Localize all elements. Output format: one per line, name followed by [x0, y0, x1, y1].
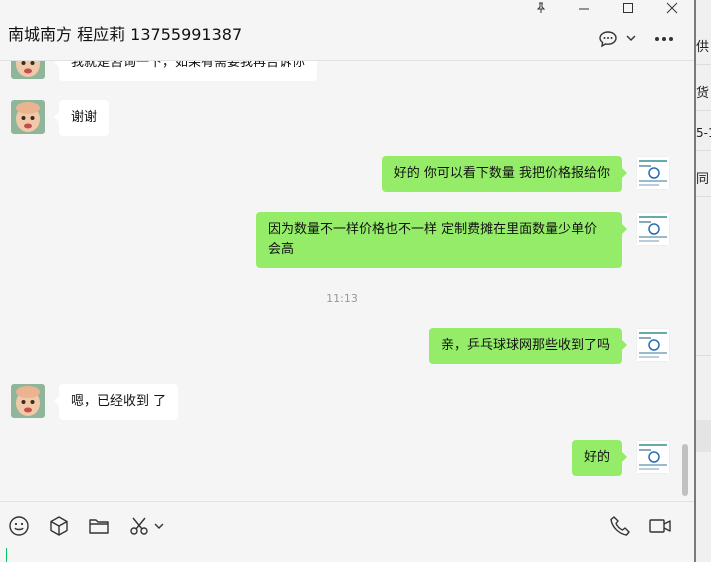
- message-timestamp: 11:13: [326, 292, 358, 305]
- contact-avatar[interactable]: [11, 100, 45, 134]
- contact-avatar[interactable]: [11, 384, 45, 418]
- message-bubble[interactable]: 因为数量不一样价格也不一样 定制费摊在里面数量少单价会高: [256, 212, 627, 268]
- message-bubble[interactable]: 亲，乒乓球球网那些收到了吗: [428, 328, 628, 364]
- message-bubble[interactable]: 嗯，已经收到 了: [53, 384, 179, 420]
- chat-window: 南城南方 程应莉 13755991387 我就是咨询一下，如果有需要我再告诉你 …: [0, 0, 694, 562]
- message-incoming: 我就是咨询一下，如果有需要我再告诉你: [11, 61, 318, 81]
- emoji-icon[interactable]: [7, 514, 31, 538]
- message-incoming: 谢谢: [11, 100, 110, 136]
- message-outgoing: 因为数量不一样价格也不一样 定制费摊在里面数量少单价会高: [256, 212, 670, 268]
- background-text: 同: [696, 172, 710, 187]
- message-bubble[interactable]: 好的: [571, 440, 628, 476]
- pin-icon[interactable]: [527, 0, 555, 16]
- divider: [696, 110, 711, 111]
- chevron-down-icon[interactable]: [152, 514, 166, 538]
- background-text: 货: [696, 86, 710, 101]
- message-bubble[interactable]: 我就是咨询一下，如果有需要我再告诉你: [53, 61, 318, 81]
- background-row: [696, 420, 711, 452]
- chat-title: 南城南方 程应莉 13755991387: [8, 25, 243, 44]
- close-icon[interactable]: [658, 0, 686, 16]
- divider: [696, 196, 711, 197]
- video-icon[interactable]: [648, 514, 672, 538]
- input-toolbar: [0, 501, 694, 562]
- divider: [696, 64, 711, 65]
- my-avatar[interactable]: [636, 156, 670, 190]
- package-icon[interactable]: [47, 514, 71, 538]
- message-bubble[interactable]: 好的 你可以看下数量 我把价格报给你: [381, 156, 628, 192]
- scissors-icon[interactable]: [127, 514, 151, 538]
- folder-icon[interactable]: [87, 514, 111, 538]
- message-incoming: 嗯，已经收到 了: [11, 384, 179, 420]
- chevron-down-icon[interactable]: [625, 32, 637, 44]
- title-bar: 南城南方 程应莉 13755991387: [0, 0, 694, 61]
- message-bubble[interactable]: 谢谢: [53, 100, 110, 136]
- chat-bubble-icon[interactable]: [597, 29, 619, 49]
- phone-icon[interactable]: [608, 514, 632, 538]
- maximize-icon[interactable]: [614, 0, 642, 16]
- more-icon[interactable]: [652, 30, 676, 48]
- background-text: 5-1: [696, 126, 711, 140]
- message-scrollbar[interactable]: [682, 444, 688, 496]
- message-outgoing: 好的: [571, 440, 670, 476]
- message-outgoing: 亲，乒乓球球网那些收到了吗: [428, 328, 670, 364]
- my-avatar[interactable]: [636, 440, 670, 474]
- my-avatar[interactable]: [636, 328, 670, 362]
- contact-avatar[interactable]: [11, 61, 45, 79]
- divider: [696, 150, 711, 151]
- background-window: 供 货 5-1 同: [694, 0, 711, 562]
- text-input-caret[interactable]: [6, 548, 7, 562]
- background-text: 供: [696, 40, 710, 55]
- my-avatar[interactable]: [636, 212, 670, 246]
- minimize-icon[interactable]: [570, 0, 598, 16]
- message-outgoing: 好的 你可以看下数量 我把价格报给你: [381, 156, 670, 192]
- divider: [696, 355, 711, 356]
- message-list[interactable]: 我就是咨询一下，如果有需要我再告诉你 谢谢 好的 你可以看下数量 我把价格报给你…: [0, 61, 694, 501]
